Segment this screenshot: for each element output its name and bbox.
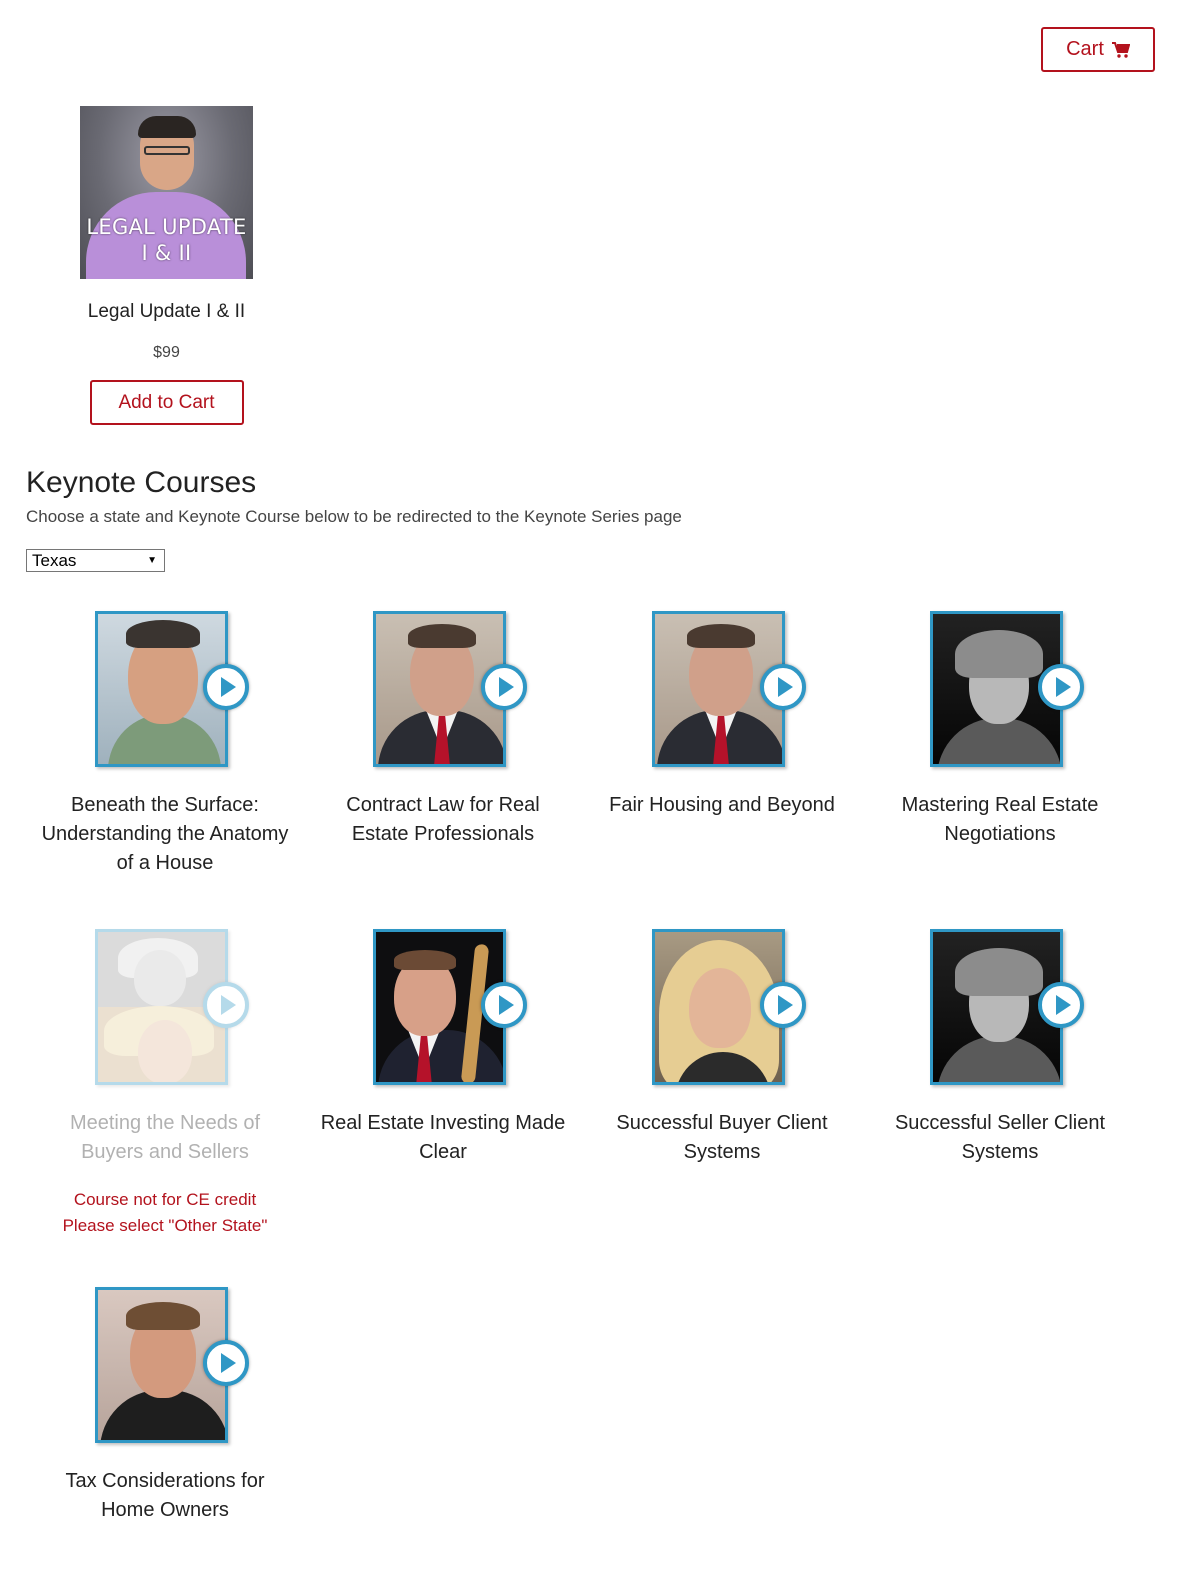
course-card-disabled: Meeting the Needs of Buyers and Sellers … <box>30 929 300 1239</box>
ce-credit-notice-line2: Please select "Other State" <box>62 1216 268 1235</box>
course-card[interactable]: Contract Law for Real Estate Professiona… <box>308 611 578 849</box>
course-thumbnail[interactable] <box>95 1287 249 1443</box>
product-image[interactable]: LEGAL UPDATE I & II <box>80 106 253 279</box>
product-title: Legal Update I & II <box>87 301 246 322</box>
course-title[interactable]: Real Estate Investing Made Clear <box>308 1109 578 1167</box>
play-icon[interactable] <box>1038 982 1084 1028</box>
course-card[interactable]: Real Estate Investing Made Clear <box>308 929 578 1167</box>
keynote-heading: Keynote Courses <box>26 466 257 499</box>
shopping-cart-icon <box>1111 41 1130 58</box>
add-to-cart-button[interactable]: Add to Cart <box>89 380 244 425</box>
course-title[interactable]: Beneath the Surface: Understanding the A… <box>30 791 300 878</box>
course-title[interactable]: Contract Law for Real Estate Professiona… <box>308 791 578 849</box>
course-thumbnail <box>95 929 249 1085</box>
course-title: Meeting the Needs of Buyers and Sellers <box>69 1112 261 1163</box>
play-icon[interactable] <box>1038 664 1084 710</box>
product-price: $99 <box>153 344 180 361</box>
course-card[interactable]: Mastering Real Estate Negotiations <box>865 611 1135 849</box>
product-image-text-2: I & II <box>141 241 192 265</box>
course-card[interactable]: Successful Buyer Client Systems <box>587 929 857 1167</box>
course-thumbnail[interactable] <box>373 611 527 767</box>
ce-credit-notice: Course not for CE credit Please select "… <box>30 1187 300 1239</box>
course-thumbnail[interactable] <box>930 611 1084 767</box>
product-card: LEGAL UPDATE I & II Legal Update I & II … <box>50 106 283 425</box>
play-icon[interactable] <box>203 1340 249 1386</box>
course-card[interactable]: Beneath the Surface: Understanding the A… <box>30 611 300 878</box>
state-select-value: Texas <box>32 551 77 570</box>
play-icon[interactable] <box>203 664 249 710</box>
dropdown-arrow-icon: ▼ <box>147 555 157 566</box>
play-icon <box>203 982 249 1028</box>
course-title[interactable]: Successful Seller Client Systems <box>865 1109 1135 1167</box>
course-title[interactable]: Mastering Real Estate Negotiations <box>865 791 1135 849</box>
cart-label: Cart <box>1066 38 1104 60</box>
course-title[interactable]: Tax Considerations for Home Owners <box>30 1467 300 1525</box>
course-title[interactable]: Successful Buyer Client Systems <box>587 1109 857 1167</box>
ce-credit-notice-line1: Course not for CE credit <box>73 1190 257 1209</box>
course-card[interactable]: Tax Considerations for Home Owners <box>30 1287 300 1525</box>
course-thumbnail[interactable] <box>652 929 806 1085</box>
course-thumbnail[interactable] <box>373 929 527 1085</box>
state-select[interactable]: Texas ▼ <box>26 549 165 572</box>
play-icon[interactable] <box>760 664 806 710</box>
cart-button[interactable]: Cart <box>1041 27 1155 72</box>
course-card[interactable]: Successful Seller Client Systems <box>865 929 1135 1167</box>
course-thumbnail[interactable] <box>930 929 1084 1085</box>
play-icon[interactable] <box>481 982 527 1028</box>
play-icon[interactable] <box>481 664 527 710</box>
play-icon[interactable] <box>760 982 806 1028</box>
course-thumbnail[interactable] <box>95 611 249 767</box>
product-image-text-1: LEGAL UPDATE <box>86 215 247 239</box>
course-thumbnail[interactable] <box>652 611 806 767</box>
course-title[interactable]: Fair Housing and Beyond <box>587 791 857 820</box>
course-card[interactable]: Fair Housing and Beyond <box>587 611 857 820</box>
keynote-description: Choose a state and Keynote Course below … <box>26 507 682 526</box>
